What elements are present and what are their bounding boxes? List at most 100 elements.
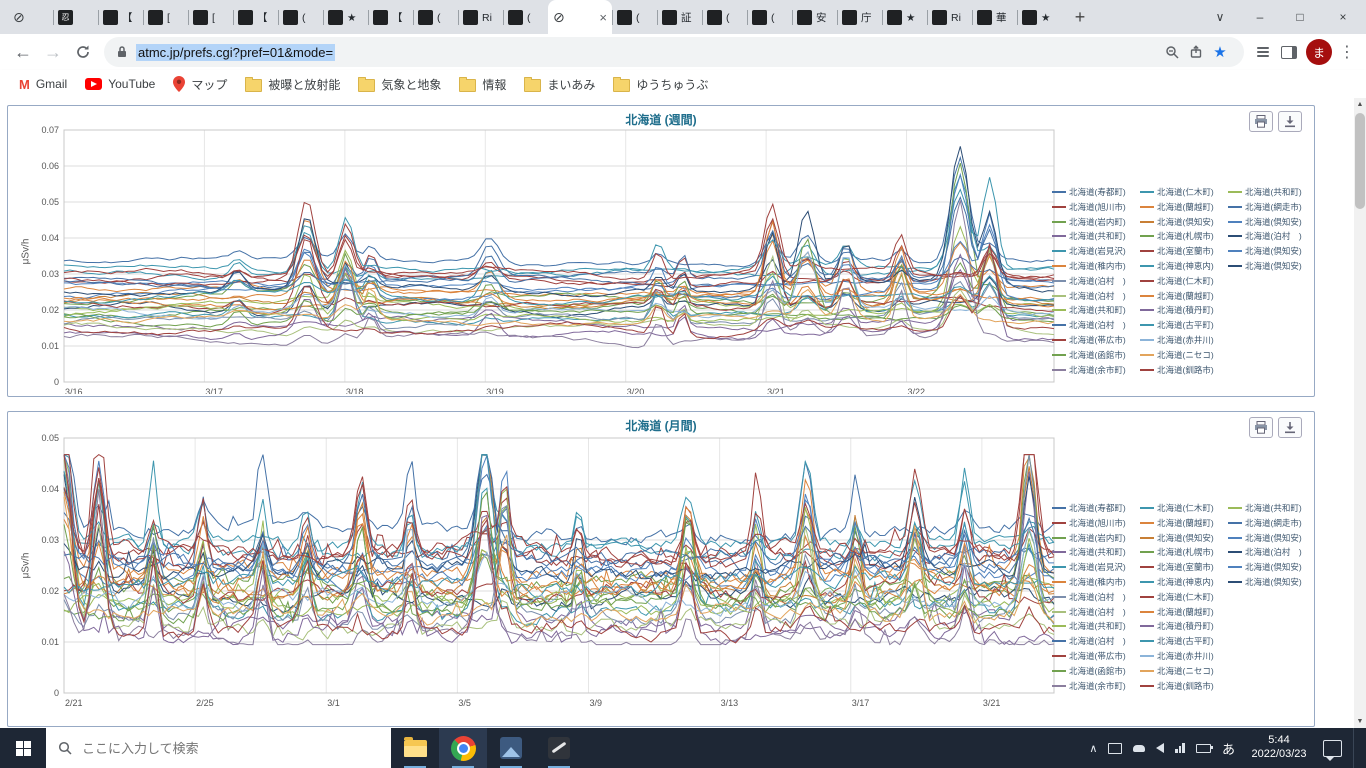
legend-item[interactable]: 北海道(稚内市) [1052, 576, 1126, 588]
browser-tab[interactable]: ( [612, 1, 657, 34]
legend-item[interactable]: 北海道(室蘭市) [1140, 245, 1214, 257]
legend-item[interactable]: 北海道(共和町) [1228, 502, 1302, 514]
legend-item[interactable]: 北海道(釧路市) [1140, 364, 1214, 376]
legend-item[interactable]: 北海道(寿都町) [1052, 186, 1126, 198]
bookmark-star-icon[interactable]: ★ [1208, 40, 1232, 64]
legend-item[interactable]: 北海道(倶知安) [1228, 260, 1302, 272]
legend-item[interactable]: 北海道(泊村 ) [1228, 546, 1302, 558]
legend-item[interactable]: 北海道(旭川市) [1052, 201, 1126, 213]
legend-item[interactable]: 北海道(古平町) [1140, 319, 1214, 331]
legend-item[interactable]: 北海道(旭川市) [1052, 517, 1126, 529]
browser-tab[interactable]: ( [278, 1, 323, 34]
legend-item[interactable]: 北海道(ニセコ) [1140, 349, 1214, 361]
browser-tab[interactable]: ( [702, 1, 747, 34]
legend-item[interactable]: 北海道(共和町) [1052, 304, 1126, 316]
ime-indicator[interactable]: あ [1222, 739, 1235, 758]
print-button[interactable] [1249, 417, 1273, 438]
side-panel-icon[interactable] [1276, 39, 1302, 65]
browser-tab[interactable]: ⊘ [8, 1, 53, 34]
tray-display-icon[interactable] [1108, 742, 1123, 754]
legend-item[interactable]: 北海道(倶知安) [1228, 576, 1302, 588]
legend-item[interactable]: 北海道(共和町) [1052, 230, 1126, 242]
legend-item[interactable]: 北海道(帯広市) [1052, 334, 1126, 346]
bookmark-item[interactable]: 気象と地象 [349, 73, 450, 95]
address-bar[interactable]: atmc.jp/prefs.cgi?pref=01&mode= ★ [104, 37, 1244, 67]
print-button[interactable] [1249, 111, 1273, 132]
legend-item[interactable]: 北海道(仁木町) [1140, 591, 1214, 603]
bookmark-item[interactable]: まいあみ [515, 73, 604, 95]
legend-item[interactable]: 北海道(札幌市) [1140, 546, 1214, 558]
legend-item[interactable]: 北海道(泊村 ) [1052, 635, 1126, 647]
legend-item[interactable]: 北海道(赤井川) [1140, 650, 1214, 662]
browser-tab[interactable]: ★ [882, 1, 927, 34]
legend-item[interactable]: 北海道(仁木町) [1140, 502, 1214, 514]
tray-network-icon[interactable] [1175, 743, 1185, 753]
legend-item[interactable]: 北海道(倶知安) [1228, 561, 1302, 573]
legend-item[interactable]: 北海道(神恵内) [1140, 576, 1214, 588]
legend-item[interactable]: 北海道(倶知安) [1140, 532, 1214, 544]
taskbar-clock[interactable]: 5:44 2022/03/23 [1246, 734, 1312, 762]
legend-item[interactable]: 北海道(稚内市) [1052, 260, 1126, 272]
forward-button[interactable]: → [38, 37, 68, 67]
legend-item[interactable]: 北海道(泊村 ) [1052, 606, 1126, 618]
legend-item[interactable]: 北海道(網走市) [1228, 517, 1302, 529]
legend-item[interactable]: 北海道(積丹町) [1140, 304, 1214, 316]
legend-item[interactable]: 北海道(函館市) [1052, 665, 1126, 677]
tab-close-icon[interactable]: × [599, 11, 607, 24]
legend-item[interactable]: 北海道(共和町) [1052, 620, 1126, 632]
tab-search-chevron-icon[interactable]: ∨ [1200, 0, 1240, 34]
legend-item[interactable]: 北海道(余市町) [1052, 680, 1126, 692]
browser-tab[interactable]: 安 [792, 1, 837, 34]
reload-button[interactable] [68, 37, 98, 67]
legend-item[interactable]: 北海道(共和町) [1052, 546, 1126, 558]
file-explorer-icon[interactable] [391, 728, 439, 768]
new-tab-button[interactable]: + [1066, 3, 1094, 31]
legend-item[interactable]: 北海道(蘭越町) [1140, 517, 1214, 529]
browser-tab[interactable]: 証 [657, 1, 702, 34]
tray-battery-icon[interactable] [1195, 743, 1213, 753]
browser-tab[interactable]: [ [143, 1, 188, 34]
browser-tab[interactable]: ( [413, 1, 458, 34]
tray-cloud-icon[interactable] [1133, 744, 1146, 752]
browser-tab[interactable]: 【 [368, 1, 413, 34]
legend-item[interactable]: 北海道(倶知安) [1228, 532, 1302, 544]
legend-item[interactable]: 北海道(寿都町) [1052, 502, 1126, 514]
browser-tab[interactable]: ( [503, 1, 548, 34]
close-button[interactable]: × [1320, 0, 1366, 34]
browser-tab[interactable]: 忍 [53, 1, 98, 34]
pen-app-icon[interactable] [535, 728, 583, 768]
show-desktop-button[interactable] [1353, 728, 1358, 768]
browser-menu-icon[interactable]: ⋮ [1336, 42, 1358, 62]
minimize-button[interactable]: – [1240, 0, 1280, 34]
taskbar-search-input[interactable] [80, 739, 364, 757]
profile-avatar[interactable]: ま [1306, 39, 1332, 65]
browser-tab[interactable]: 【 [98, 1, 143, 34]
legend-item[interactable]: 北海道(岩内町) [1052, 532, 1126, 544]
bookmark-item[interactable]: YouTube [76, 73, 164, 95]
legend-item[interactable]: 北海道(倶知安) [1140, 216, 1214, 228]
legend-item[interactable]: 北海道(帯広市) [1052, 650, 1126, 662]
download-button[interactable] [1278, 417, 1302, 438]
scrollbar-down-arrow-icon[interactable]: ▼ [1354, 715, 1366, 728]
browser-tab[interactable]: ★ [323, 1, 368, 34]
bookmark-item[interactable]: ゆうちゅうぶ [604, 73, 717, 95]
scrollbar-thumb[interactable] [1355, 113, 1365, 209]
bookmark-item[interactable]: 情報 [450, 73, 515, 95]
bookmark-item[interactable]: マップ [164, 73, 236, 95]
legend-item[interactable]: 北海道(余市町) [1052, 364, 1126, 376]
legend-item[interactable]: 北海道(蘭越町) [1140, 606, 1214, 618]
share-icon[interactable] [1184, 40, 1208, 64]
start-button[interactable] [0, 728, 46, 768]
legend-item[interactable]: 北海道(岩見沢) [1052, 245, 1126, 257]
legend-item[interactable]: 北海道(札幌市) [1140, 230, 1214, 242]
bookmark-item[interactable]: 被曝と放射能 [236, 73, 349, 95]
legend-item[interactable]: 北海道(積丹町) [1140, 620, 1214, 632]
browser-tab-active[interactable]: ⊘ × [548, 0, 612, 34]
bookmark-item[interactable]: M Gmail [10, 73, 76, 95]
legend-item[interactable]: 北海道(泊村 ) [1052, 319, 1126, 331]
legend-item[interactable]: 北海道(ニセコ) [1140, 665, 1214, 677]
legend-item[interactable]: 北海道(蘭越町) [1140, 201, 1214, 213]
legend-item[interactable]: 北海道(室蘭市) [1140, 561, 1214, 573]
page-scrollbar[interactable]: ▲ ▼ [1354, 98, 1366, 728]
zoom-icon[interactable] [1160, 40, 1184, 64]
